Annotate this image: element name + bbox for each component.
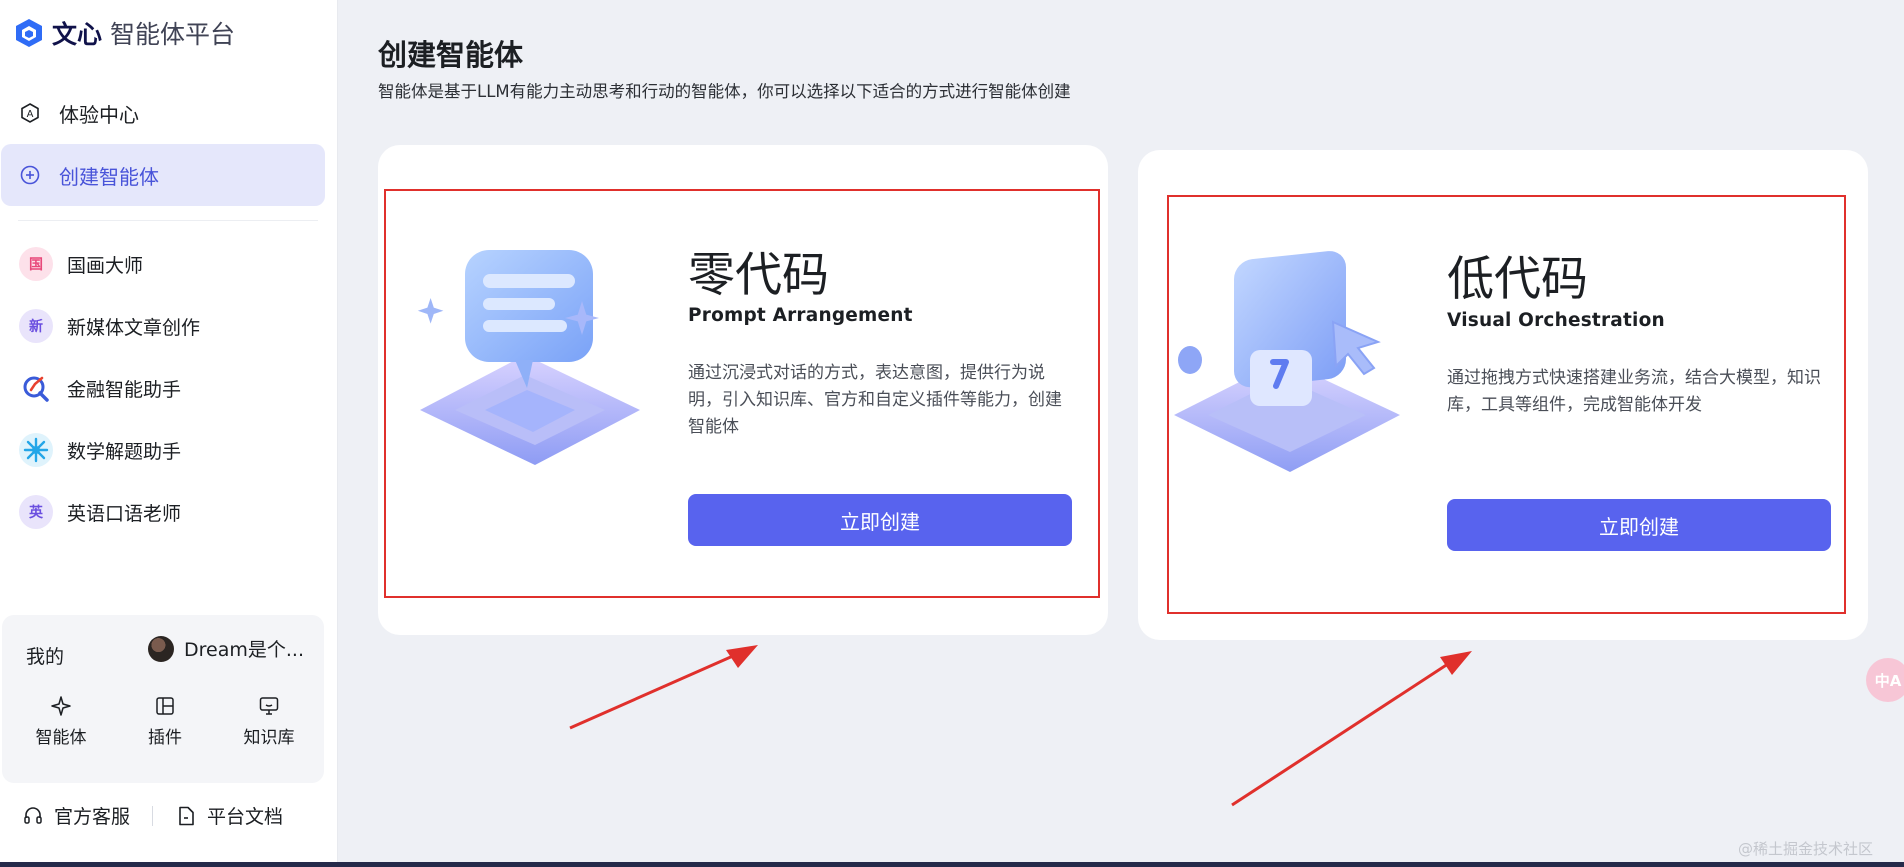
nav-label: 体验中心 [59,102,139,127]
taskbar-edge [0,862,1904,867]
agent-item-guohua[interactable]: 国 国画大师 [1,236,325,292]
docs-label: 平台文档 [207,806,284,828]
agent-name: 新媒体文章创作 [67,316,201,339]
user-profile[interactable]: Dream是个... [148,635,304,662]
agent-item-new-media[interactable]: 新 新媒体文章创作 [1,298,325,354]
brand-name-strong: 文心 [52,20,103,49]
mine-tool-knowledge[interactable]: 知识库 [224,695,314,748]
annotation-highlight-box [1167,195,1846,614]
docs-link[interactable]: 平台文档 [175,802,283,829]
mine-panel: 我的 Dream是个... 智能体 插件 知识库 [2,615,324,783]
mine-tool-plugins[interactable]: 插件 [120,695,210,748]
mine-label: 我的 [26,646,65,668]
knowledge-monitor-icon [259,697,279,715]
agent-name: 国画大师 [67,254,144,277]
brand-name-light: 智能体平台 [110,20,236,49]
agent-name: 金融智能助手 [67,378,182,401]
nav-experience-center[interactable]: A 体验中心 [1,82,325,144]
nav-create-agent[interactable]: 创建智能体 [1,144,325,206]
mine-tool-agents[interactable]: 智能体 [16,695,106,748]
agent-avatar: 国 [19,247,53,281]
plus-circle-icon [19,164,41,186]
support-label: 官方客服 [54,806,131,828]
annotation-arrow-icon [1231,651,1472,807]
mine-tool-label: 插件 [148,728,182,748]
nav-label: 创建智能体 [59,164,159,189]
wenxin-logo-icon [16,19,42,47]
support-link[interactable]: 官方客服 [22,802,130,829]
document-icon [179,806,194,825]
annotation-highlight-box [384,189,1100,598]
agent-name: 数学解题助手 [67,440,182,463]
brand[interactable]: 文心 智能体平台 [14,16,235,50]
headset-icon [24,806,42,824]
avatar [148,635,174,662]
plugin-icon [156,697,174,715]
sidebar-footer: 官方客服 平台文档 [22,802,283,829]
annotation-arrow-icon [569,645,758,730]
watermark: @稀土掘金技术社区 [1738,840,1874,858]
svg-text:A: A [27,109,34,120]
agent-name: 英语口语老师 [67,502,182,525]
agent-item-english[interactable]: 英 英语口语老师 [1,484,325,540]
agent-item-math[interactable]: 数学解题助手 [1,422,325,478]
agent-avatar: 新 [19,309,53,343]
sparkle-icon [51,696,71,716]
user-name: Dream是个... [184,639,304,661]
finance-search-icon [19,371,53,405]
agent-avatar: 英 [19,495,53,529]
page-title: 创建智能体 [378,38,524,72]
agent-item-finance[interactable]: 金融智能助手 [1,360,325,416]
footer-divider [152,805,154,826]
mine-tool-label: 智能体 [35,728,87,748]
math-burst-icon [19,433,53,467]
mine-tool-label: 知识库 [243,728,295,748]
page-description: 智能体是基于LLM有能力主动思考和行动的智能体，你可以选择以下适合的方式进行智能… [378,82,1071,101]
sidebar-divider [18,220,318,221]
experience-icon: A [19,102,41,124]
sidebar: 文心 智能体平台 A 体验中心 创建智能体 国 国画大师 新 新媒体文章创作 金… [0,0,338,867]
translate-float-button[interactable]: 中A [1866,658,1904,702]
